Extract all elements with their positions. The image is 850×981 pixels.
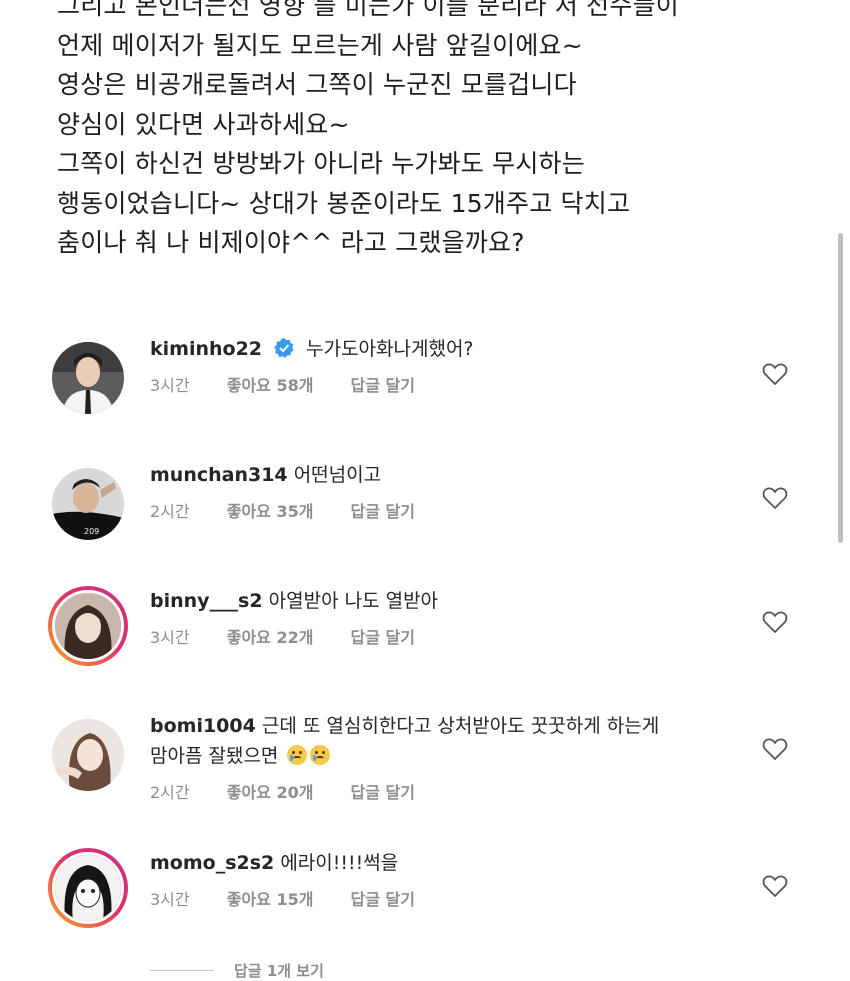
view-replies-label: 답글 1개 보기 <box>234 962 324 980</box>
caption-line: 행동이었습니다~ 상대가 봉준이라도 15개주고 닥치고 <box>57 188 631 218</box>
comment-time: 3시간 <box>150 628 190 647</box>
comment-like-count[interactable]: 좋아요 58개 <box>227 376 314 395</box>
verified-badge-icon <box>274 337 294 367</box>
comment-username[interactable]: bomi1004 <box>150 715 256 737</box>
comment-body: munchan314 어떤넘이고 <box>150 460 750 490</box>
avatar-image <box>52 719 124 791</box>
reply-button[interactable]: 답글 달기 <box>351 376 415 395</box>
comment-text-continued: 맘아픔 잘됐으면 <box>150 745 279 767</box>
avatar-image <box>52 852 124 924</box>
comment-meta: 2시간 좋아요 35개 답글 달기 <box>150 498 447 522</box>
comment-body: bomi1004 근데 또 열심히한다고 상처받아도 꿋꿋하게 하는게 맘아픔 … <box>150 711 750 771</box>
crying-face-icon <box>287 745 308 765</box>
comment-text: 근데 또 열심히한다고 상처받아도 꿋꿋하게 하는게 <box>261 715 660 737</box>
heart-outline-icon[interactable] <box>762 486 788 510</box>
comment-meta: 3시간 좋아요 58개 답글 달기 <box>150 372 447 396</box>
comment-meta: 2시간 좋아요 20개 답글 달기 <box>150 779 447 803</box>
caption-line: 언제 메이저가 될지도 모르는게 사람 앞길이에요~ <box>57 30 583 60</box>
avatar-story-ring[interactable] <box>48 586 128 666</box>
comment-like-count[interactable]: 좋아요 15개 <box>227 890 314 909</box>
reply-button[interactable]: 답글 달기 <box>351 502 415 521</box>
heart-outline-icon[interactable] <box>762 362 788 386</box>
avatar-image <box>52 590 124 662</box>
caption-line: 춤이나 춰 나 비제이야^^ 라고 그랬을까요? <box>57 228 525 257</box>
comment-body: kiminho22 누가도아화나게했어? <box>150 334 750 367</box>
comment-body: momo_s2s2 에라이!!!!썩을 <box>150 848 750 878</box>
comment-time: 2시간 <box>150 783 190 802</box>
reply-button[interactable]: 답글 달기 <box>351 783 415 802</box>
avatar[interactable]: 209 <box>48 464 128 544</box>
comment-text: 누가도아화나게했어? <box>306 338 474 360</box>
comment-username[interactable]: kiminho22 <box>150 338 262 360</box>
avatar-story-ring[interactable] <box>48 848 128 928</box>
heart-outline-icon[interactable] <box>762 610 788 634</box>
comment-time: 3시간 <box>150 890 190 909</box>
comment-like-count[interactable]: 좋아요 35개 <box>227 502 314 521</box>
comment-text: 아열받아 나도 열받아 <box>268 590 439 612</box>
comment-time: 2시간 <box>150 502 190 521</box>
reply-button[interactable]: 답글 달기 <box>351 628 415 647</box>
comment-item: momo_s2s2 에라이!!!!썩을 3시간 좋아요 15개 답글 달기 <box>0 846 850 946</box>
comment-item: 209 munchan314 어떤넘이고 2시간 좋아요 35개 답글 달기 <box>0 458 850 558</box>
comment-body: binny___s2 아열받아 나도 열받아 <box>150 586 750 616</box>
heart-outline-icon[interactable] <box>762 737 788 761</box>
view-replies-button[interactable]: 답글 1개 보기 <box>150 960 324 981</box>
avatar[interactable] <box>48 715 128 795</box>
post-caption: 그리고 본인더는선 영향 를 미는가 이를 분리라 저 선수들이 언제 메이저가… <box>57 0 817 263</box>
comment-item: bomi1004 근데 또 열심히한다고 상처받아도 꿋꿋하게 하는게 맘아픔 … <box>0 709 850 809</box>
comment-like-count[interactable]: 좋아요 20개 <box>227 783 314 802</box>
caption-line: 영상은 비공개로돌려서 그쪽이 누군진 모를겁니다 <box>57 70 577 99</box>
reply-button[interactable]: 답글 달기 <box>351 890 415 909</box>
comment-item: binny___s2 아열받아 나도 열받아 3시간 좋아요 22개 답글 달기 <box>0 584 850 684</box>
comment-username[interactable]: momo_s2s2 <box>150 852 274 874</box>
comment-meta: 3시간 좋아요 22개 답글 달기 <box>150 624 447 648</box>
comment-username[interactable]: binny___s2 <box>150 590 263 612</box>
comment-text: 어떤넘이고 <box>293 464 382 486</box>
caption-line: 양심이 있다면 사과하세요~ <box>57 109 350 139</box>
comment-like-count[interactable]: 좋아요 22개 <box>227 628 314 647</box>
comment-time: 3시간 <box>150 376 190 395</box>
caption-line: 그리고 본인더는선 영향 를 미는가 이를 분리라 저 선수들이 <box>57 0 679 20</box>
caption-line: 그쪽이 하신건 방방봐가 아니라 누가봐도 무시하는 <box>57 149 585 178</box>
comment-item: kiminho22 누가도아화나게했어? 3시간 좋아요 58개 답글 달기 <box>0 332 850 432</box>
comment-text: 에라이!!!!썩을 <box>280 852 399 874</box>
heart-outline-icon[interactable] <box>762 874 788 898</box>
avatar-image <box>52 342 124 414</box>
comment-meta: 3시간 좋아요 15개 답글 달기 <box>150 886 447 910</box>
crying-face-icon <box>310 745 331 765</box>
svg-text:209: 209 <box>84 527 99 536</box>
divider <box>150 970 214 971</box>
avatar[interactable] <box>48 338 128 418</box>
avatar-image: 209 <box>52 468 124 540</box>
comment-username[interactable]: munchan314 <box>150 464 288 486</box>
